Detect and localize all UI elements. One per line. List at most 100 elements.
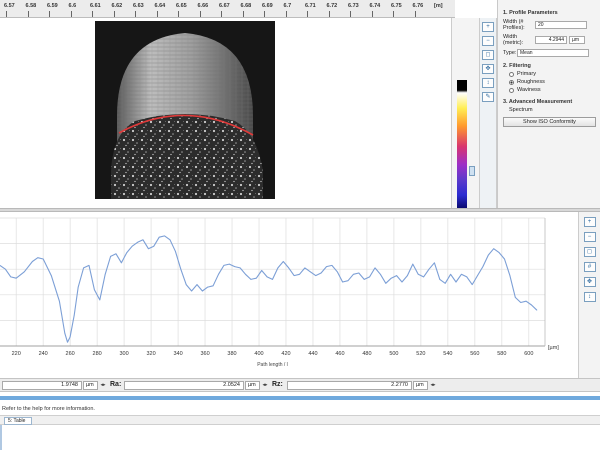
pan-icon[interactable]: ✥ xyxy=(583,277,596,287)
filter-roughness-radio[interactable]: Roughness xyxy=(509,79,596,85)
zoom-in-icon[interactable]: + xyxy=(583,217,596,227)
profile-graph[interactable]: 220 240 260 280 300 320 340 360 380 400 420 440 460 4… xyxy=(0,212,578,378)
profile-data-point xyxy=(412,263,414,265)
rz-value-field[interactable]: 2.2770 xyxy=(287,381,412,390)
profile-data-point xyxy=(266,276,268,278)
profile-data-point xyxy=(164,235,165,237)
profile-data-point xyxy=(131,245,133,247)
ruler-tick-mark xyxy=(135,11,136,17)
profile-data-point xyxy=(369,276,370,278)
profile-data-point xyxy=(69,336,71,338)
marker-icon[interactable]: ↕ xyxy=(482,78,494,88)
x-tick-label: 560 xyxy=(470,351,479,357)
x-tick-label: 440 xyxy=(308,351,317,357)
zoom-out-icon[interactable]: − xyxy=(482,36,494,46)
status-text: Refer to the help for more information. xyxy=(2,406,95,412)
tab-table[interactable]: 5: Table xyxy=(4,417,32,425)
x-tick-label: 540 xyxy=(443,351,452,357)
ruler-tick-mark xyxy=(242,11,244,17)
ruler-tick-mark xyxy=(156,11,158,17)
filter-waviness-radio[interactable]: Waviness xyxy=(509,87,596,93)
x-tick-label: 240 xyxy=(39,351,48,357)
type-select[interactable]: Mean xyxy=(517,49,589,57)
width-profiles-label: Width (# Profiles): xyxy=(503,19,525,31)
profile-data-point xyxy=(104,273,106,275)
zoom-out-icon[interactable]: − xyxy=(583,232,596,242)
profile-data-point xyxy=(444,282,446,284)
ruler-tick-label: 6.63 xyxy=(133,3,144,9)
profile-data-point xyxy=(374,267,376,269)
profile-data-point xyxy=(148,248,149,250)
x-tick-label: 340 xyxy=(173,351,182,357)
profile-data-point xyxy=(482,266,484,267)
profile-graph-svg[interactable]: 220 240 260 280 300 320 340 360 380 400 420 440 460 4… xyxy=(0,212,578,378)
ruler-tick-label: 6.65 xyxy=(176,3,187,9)
profile-data-point xyxy=(73,314,75,316)
x-tick-label: 320 xyxy=(146,351,155,357)
ruler-tick-label: 6.68 xyxy=(240,3,252,9)
ruler-tick-label: 6.69 xyxy=(262,3,273,9)
width-metric-label: Width (metric): xyxy=(503,34,524,46)
profile-data-point xyxy=(234,266,236,267)
ruler-tick-label: 6.67 xyxy=(219,3,230,9)
profile-data-point xyxy=(169,239,171,241)
ruler-tick-mark xyxy=(350,11,351,17)
filter-primary-radio[interactable]: Primary xyxy=(509,71,596,77)
profile-data-point xyxy=(77,286,79,288)
surface-image[interactable] xyxy=(95,21,275,199)
profile-data-point xyxy=(380,273,381,275)
rz-unit-field[interactable]: µm xyxy=(413,381,428,390)
profile-data-point xyxy=(385,282,387,284)
width-metric-unit[interactable]: µm xyxy=(569,36,585,44)
x-tick-label: 500 xyxy=(389,351,398,357)
profile-settings-panel: 1. Profile Parameters Width (# Profiles)… xyxy=(497,0,600,208)
progress-strip xyxy=(0,396,600,400)
ruler-tick-label: 6.73 xyxy=(348,3,359,9)
profile-data-point xyxy=(137,241,138,243)
image-view[interactable] xyxy=(0,18,452,225)
pan-icon[interactable]: ✥ xyxy=(482,64,494,74)
profile-series-line xyxy=(0,235,538,343)
profile-data-point xyxy=(396,275,397,276)
spectrum-item[interactable]: Spectrum xyxy=(509,107,596,113)
x-tick-label: 400 xyxy=(254,351,263,357)
profile-data-point xyxy=(94,289,95,291)
value-field-1[interactable]: 1.9748 xyxy=(2,381,82,390)
zoom-fit-icon[interactable]: ◻ xyxy=(583,247,596,257)
ra-value-field[interactable]: 2.0524 xyxy=(124,381,244,390)
height-colorbar xyxy=(457,80,467,208)
profile-data-point xyxy=(315,275,317,276)
x-unit-label: [µm] xyxy=(548,345,559,351)
profile-data-point xyxy=(353,273,354,275)
x-tick-label: 520 xyxy=(416,351,425,357)
colorbar-slider[interactable] xyxy=(469,166,475,176)
spin-icon[interactable]: ◂▸ xyxy=(429,381,437,390)
grid-icon[interactable]: # xyxy=(583,262,596,272)
radio-icon xyxy=(509,87,514,93)
marker-icon[interactable]: ↕ xyxy=(583,292,596,302)
bottom-tab-strip: 5: Table xyxy=(0,415,600,425)
ra-unit-field[interactable]: µm xyxy=(245,381,260,390)
spin-icon[interactable]: ◂▸ xyxy=(261,381,269,390)
zoom-fit-icon[interactable]: ◻ xyxy=(482,50,494,60)
profile-data-point xyxy=(121,262,122,264)
unit-field-1[interactable]: µm xyxy=(83,381,98,390)
ruler-tick-label: 6.75 xyxy=(391,3,402,9)
width-profiles-field[interactable]: 20 xyxy=(535,21,587,29)
x-tick-label: 380 xyxy=(227,351,236,357)
ruler-tick-mark xyxy=(328,11,330,17)
profile-data-point xyxy=(83,267,84,269)
ruler-tick-mark xyxy=(27,11,29,17)
profile-data-point xyxy=(239,267,241,269)
profile-data-point xyxy=(15,277,17,279)
width-metric-field[interactable]: 4.2944 xyxy=(535,36,567,44)
spin-icon[interactable]: ◂▸ xyxy=(99,381,107,390)
show-iso-conformity-button[interactable]: Show ISO Conformity xyxy=(503,117,596,127)
profile-data-point xyxy=(180,268,182,270)
x-tick-label: 360 xyxy=(200,351,209,357)
zoom-in-icon[interactable]: + xyxy=(482,22,494,32)
type-label: Type: xyxy=(503,50,517,56)
pen-icon[interactable]: ✎ xyxy=(482,92,494,102)
ruler-tick-label: 6.72 xyxy=(326,3,338,9)
profile-data-point xyxy=(5,268,6,270)
